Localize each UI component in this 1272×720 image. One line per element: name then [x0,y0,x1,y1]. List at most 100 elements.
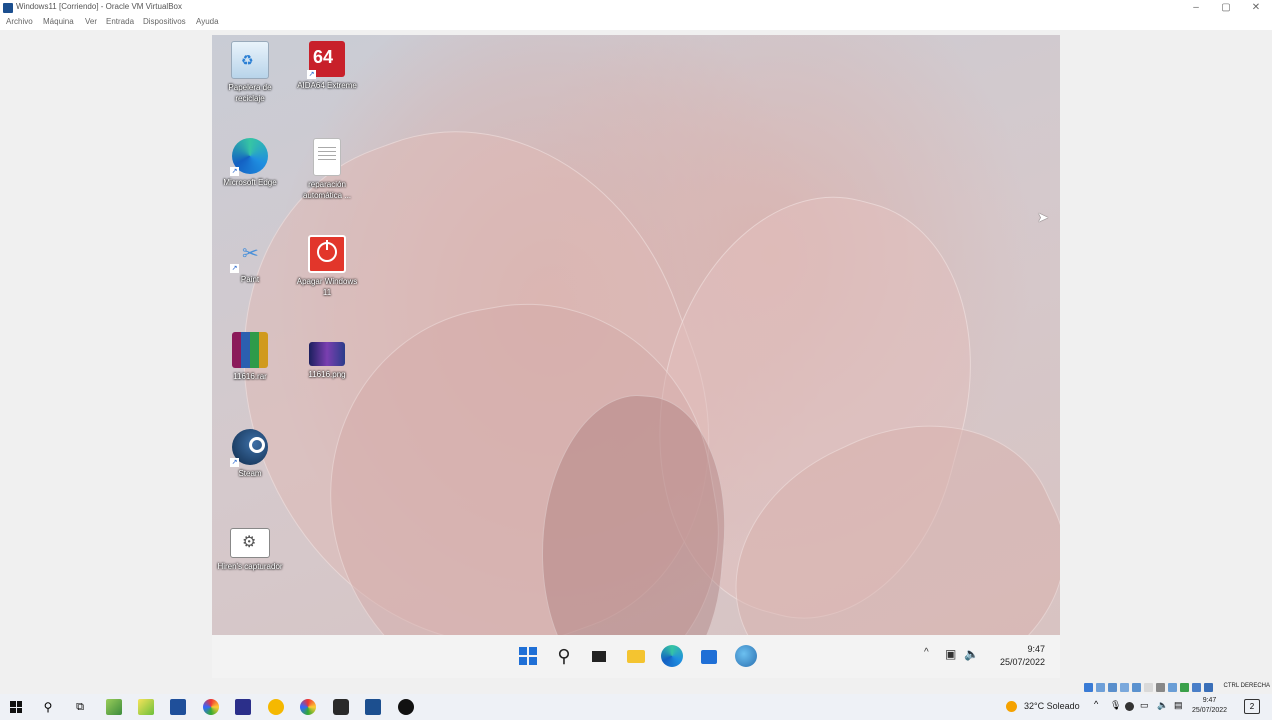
host-language-icon[interactable]: ▤ [1174,700,1183,711]
aida64-icon: 64 ↗ [307,41,345,79]
host-clock[interactable]: 9:47 25/07/2022 [1192,696,1227,716]
chrome-icon[interactable] [203,699,219,715]
image-icon [309,342,345,366]
audio-status-icon[interactable] [1108,683,1117,692]
desktop-icon-label: 11616.rar [233,372,267,381]
desktop-icon-label: 11616.png [308,370,346,379]
desktop-icon-label: reparación automática ... [302,180,352,200]
vm-taskbar: ⚲ ^ ▣ 🔈 9:47 25/07/2022 [212,635,1060,678]
host-app-icon[interactable] [106,699,122,715]
vm-time: 9:47 [1027,644,1045,654]
host-search-icon[interactable]: ⚲ [40,699,56,715]
host-time: 9:47 [1202,697,1217,704]
mouse-integration-icon[interactable] [1192,683,1201,692]
desktop-icon-label: Apagar Windows 11 [296,277,358,297]
edge-icon: ↗ [230,138,268,176]
vbox-statusbar: CTRL DERECHA [1084,681,1272,693]
optical-status-icon[interactable] [1096,683,1105,692]
chrome-icon[interactable] [300,699,316,715]
keyboard-status-icon[interactable] [1204,683,1213,692]
tray-chevron-icon[interactable]: ^ [924,647,929,658]
notification-center-icon[interactable]: 2 [1244,699,1260,714]
usb-status-icon[interactable] [1132,683,1141,692]
window-title: Windows11 [Corriendo] - Oracle VM Virtua… [16,2,182,11]
vm-clock[interactable]: 9:47 25/07/2022 [1000,643,1045,669]
desktop-icon-label: Steam [238,469,262,478]
host-key-label: CTRL DERECHA [1223,683,1270,689]
host-volume-icon[interactable]: 🔈 [1157,700,1168,711]
desktop-icon-png[interactable]: 11616.png [292,342,362,380]
tray-volume-icon[interactable]: 🔈 [964,647,979,661]
host-menubar: Archivo Máquina Ver Entrada Dispositivos… [0,16,1272,30]
desktop-icon-steam[interactable]: ↗ Steam [215,429,285,479]
menu-archivo[interactable]: Archivo [6,17,33,26]
network-app-icon[interactable] [735,645,757,667]
desktop-icon-rar[interactable]: 11616.rar [215,332,285,382]
settings-app-icon: ⚙ [230,528,270,558]
desktop-icon-recycle-bin[interactable]: ♻ Papelera de reciclaje [215,41,285,104]
menu-dispositivos[interactable]: Dispositivos [143,17,186,26]
virtualbox-icon [3,3,13,13]
close-button[interactable]: ✕ [1241,0,1271,16]
menu-ayuda[interactable]: Ayuda [196,17,219,26]
host-app-icon[interactable] [398,699,414,715]
store-icon[interactable] [698,645,720,667]
tray-network-icon[interactable]: ▣ [945,647,956,661]
desktop-icon-label: Hiren's capturador [217,562,283,571]
weather-text[interactable]: 32°C Soleado [1024,701,1080,711]
shortcut-arrow-icon: ↗ [230,458,239,467]
network-status-icon[interactable] [1120,683,1129,692]
aida64-badge: 64 [313,47,334,67]
recycle-bin-icon: ♻ [231,41,269,79]
desktop-icon-document[interactable]: reparación automática ... [292,138,362,201]
menu-ver[interactable]: Ver [85,17,97,26]
host-app-icon[interactable] [170,699,186,715]
menu-entrada[interactable]: Entrada [106,17,134,26]
host-app-icon[interactable] [235,699,251,715]
document-icon [313,138,341,176]
steam-icon: ↗ [230,429,268,467]
minimize-button[interactable]: – [1181,0,1211,16]
virtualbox-taskbar-icon[interactable] [365,699,381,715]
cpu-status-icon[interactable] [1180,683,1189,692]
shortcut-arrow-icon: ↗ [230,167,239,176]
host-display-icon[interactable]: ▭ [1140,700,1149,711]
desktop-icon-label: Microsoft Edge [223,178,277,187]
vm-desktop[interactable]: ♻ Papelera de reciclaje 64 ↗ AIDA64 Extr… [212,35,1060,635]
host-start-icon[interactable] [8,699,24,715]
host-app-icon[interactable] [268,699,284,715]
task-view-icon[interactable] [588,645,610,667]
display-status-icon[interactable] [1156,683,1165,692]
microphone-icon[interactable]: 🎙 [1110,700,1121,711]
shared-folder-status-icon[interactable] [1144,683,1153,692]
weather-sun-icon [1006,701,1017,712]
search-icon[interactable]: ⚲ [553,645,575,667]
host-date: 25/07/2022 [1192,707,1228,714]
host-app-icon[interactable] [333,699,349,715]
host-taskbar: ⚲ ⧉ 32°C Soleado ^ 🎙 ▭ 🔈 ▤ 9:47 25/07/20… [0,694,1272,720]
desktop-icon-capturador[interactable]: ⚙ Hiren's capturador [215,528,285,572]
desktop-icon-label: AIDA64 Extreme [297,81,357,90]
hdd-status-icon[interactable] [1084,683,1093,692]
host-titlebar: Windows11 [Corriendo] - Oracle VM Virtua… [0,0,1272,16]
file-explorer-icon[interactable] [625,645,647,667]
shortcut-arrow-icon: ↗ [230,264,239,273]
power-icon [308,235,346,273]
desktop-icon-paint[interactable]: ✂ ↗ Paint [215,235,285,285]
desktop-icon-label: Paint [240,275,260,284]
paint-icon: ✂ ↗ [230,243,259,273]
host-tray-chevron-icon[interactable]: ^ [1094,699,1098,709]
desktop-icon-apagar[interactable]: Apagar Windows 11 [292,235,362,298]
tray-app-icon[interactable] [1125,702,1134,711]
start-icon[interactable] [517,645,539,667]
host-task-view-icon[interactable]: ⧉ [72,699,88,715]
restore-button[interactable]: ▢ [1211,0,1241,16]
winrar-icon [232,332,268,368]
host-app-icon[interactable] [138,699,154,715]
vm-date: 25/07/2022 [999,657,1045,667]
edge-icon[interactable] [661,645,683,667]
desktop-icon-aida64[interactable]: 64 ↗ AIDA64 Extreme [292,41,362,91]
menu-maquina[interactable]: Máquina [43,17,74,26]
desktop-icon-edge[interactable]: ↗ Microsoft Edge [215,138,285,188]
recording-status-icon[interactable] [1168,683,1177,692]
